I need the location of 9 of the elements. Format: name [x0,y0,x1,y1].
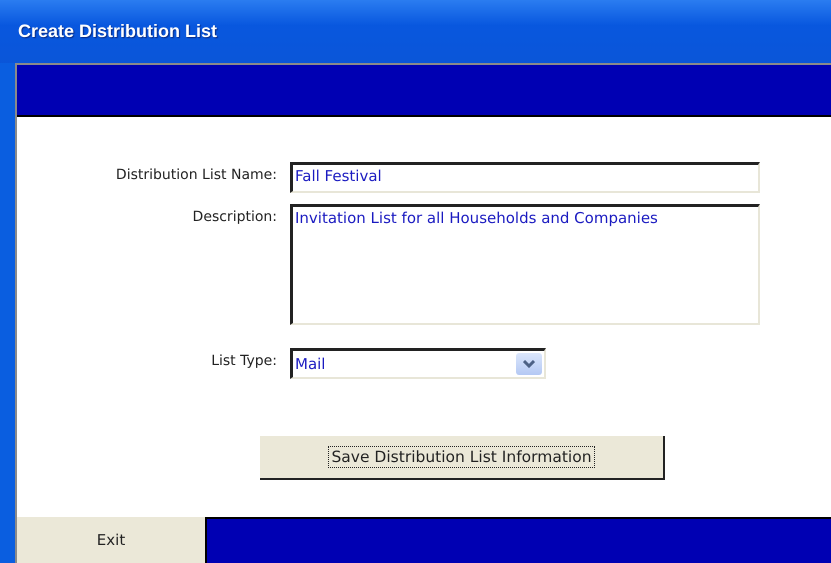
window-title: Create Distribution List [18,21,218,42]
save-button[interactable]: Save Distribution List Information [260,436,665,480]
text-area[interactable]: Invitation List for all Households and Companies [290,204,760,325]
field-label: Description: [192,208,277,225]
field-label: Distribution List Name: [114,166,277,183]
exit-button[interactable]: Exit [17,517,205,563]
field-label: List Type: [210,352,277,369]
dropdown[interactable]: Mail [290,348,546,379]
input-field[interactable]: Fall Festival [290,162,760,193]
